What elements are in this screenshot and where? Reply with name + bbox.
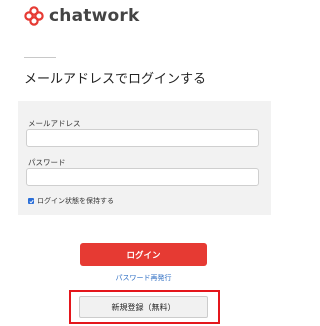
- chatwork-flower-logo-icon: [24, 6, 44, 26]
- remember-label: ログイン状態を保持する: [37, 197, 114, 205]
- password-label: パスワード: [28, 158, 66, 167]
- chatwork-logo[interactable]: chatwork: [24, 5, 139, 27]
- remember-checkbox[interactable]: [28, 198, 34, 204]
- title-divider: [24, 57, 56, 58]
- password-reset-link[interactable]: パスワード再発行: [80, 273, 207, 283]
- login-form: メールアドレス パスワード ログイン状態を保持する: [18, 101, 271, 215]
- login-button[interactable]: ログイン: [80, 243, 207, 266]
- checkmark-icon: [28, 199, 34, 203]
- page-title: メールアドレスでログインする: [24, 72, 207, 87]
- email-field[interactable]: [26, 129, 259, 147]
- register-button[interactable]: 新規登録（無料）: [79, 296, 208, 318]
- remember-me[interactable]: ログイン状態を保持する: [28, 196, 114, 206]
- brand-name: chatwork: [49, 6, 140, 26]
- password-field[interactable]: [26, 168, 259, 186]
- email-label: メールアドレス: [28, 119, 81, 128]
